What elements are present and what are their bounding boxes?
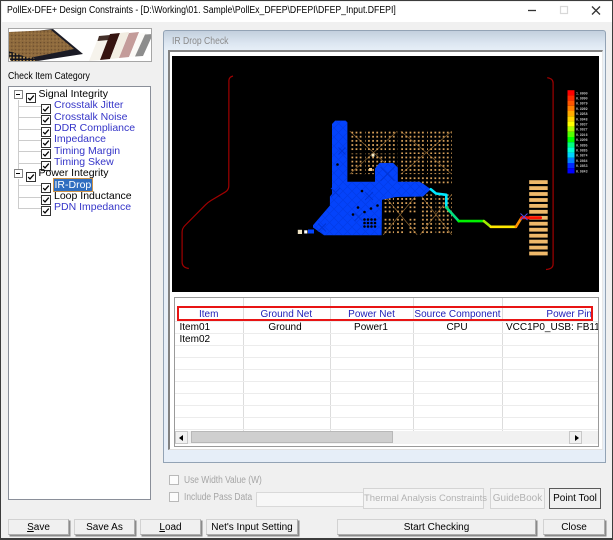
- svg-text:0.9916: 0.9916: [576, 133, 588, 137]
- svg-text:0.9927: 0.9927: [576, 128, 588, 132]
- svg-text:0.9895: 0.9895: [576, 143, 588, 147]
- svg-text:0.9948: 0.9948: [576, 117, 588, 121]
- svg-text:1.0000: 1.0000: [576, 91, 588, 95]
- svg-text:0.9906: 0.9906: [576, 138, 588, 142]
- svg-text:0.9843: 0.9843: [576, 169, 588, 173]
- svg-text:0.9937: 0.9937: [576, 123, 588, 127]
- svg-text:0.9969: 0.9969: [576, 107, 588, 111]
- svg-text:0.9990: 0.9990: [576, 97, 588, 101]
- svg-text:0.9853: 0.9853: [576, 164, 588, 168]
- svg-text:0.9958: 0.9958: [576, 112, 588, 116]
- svg-text:0.9979: 0.9979: [576, 102, 588, 106]
- svg-text:0.9885: 0.9885: [576, 149, 588, 153]
- svg-text:0.9864: 0.9864: [576, 159, 588, 163]
- svg-text:0.9874: 0.9874: [576, 154, 588, 158]
